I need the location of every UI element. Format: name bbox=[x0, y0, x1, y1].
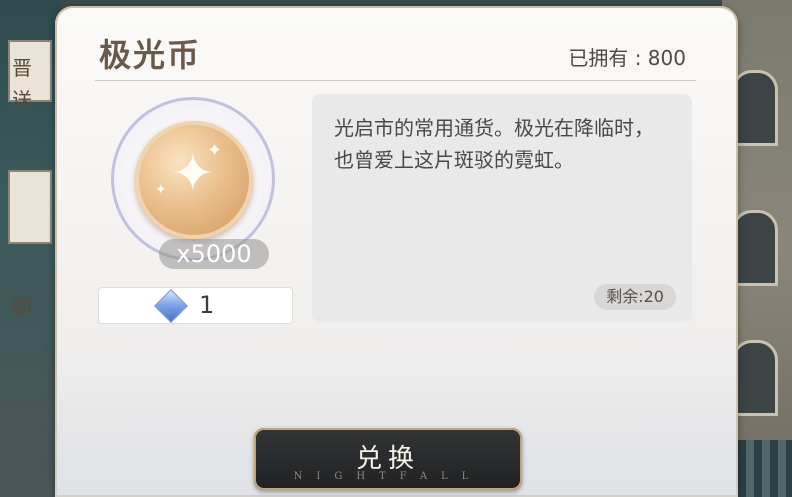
background-window bbox=[8, 170, 52, 244]
crystal-gem-icon bbox=[154, 289, 188, 323]
cost-amount: 1 bbox=[199, 291, 215, 319]
sparkle-icon: ✦ bbox=[207, 140, 223, 161]
item-quantity-badge: x5000 bbox=[159, 239, 269, 269]
background-sign-text: 送 bbox=[12, 88, 32, 112]
item-title: 极光币 bbox=[99, 36, 202, 74]
exchange-button-subtext: NIGHTFALL bbox=[293, 471, 483, 482]
sparkle-icon: ✦ bbox=[155, 182, 167, 198]
background-sign-text: 晋 bbox=[12, 56, 32, 80]
background-left-building: 晋 送 朝 bbox=[0, 0, 60, 497]
owned-count: 已拥有 : 800 bbox=[568, 46, 686, 70]
background-arch-window bbox=[732, 340, 778, 416]
header-divider bbox=[95, 80, 696, 81]
description-box: 光启市的常用通货。极光在降临时，也曾爱上这片斑驳的霓虹。 剩余:20 bbox=[312, 94, 692, 322]
background-arch-window bbox=[732, 70, 778, 146]
background-sign-text: 朝 bbox=[12, 294, 32, 318]
remaining-stock-badge: 剩余:20 bbox=[594, 284, 676, 310]
cost-display: 1 bbox=[98, 287, 293, 324]
item-exchange-panel: 极光币 已拥有 : 800 ✦ ✦ ✦ x5000 1 光启市的常用通货。极光在… bbox=[55, 6, 738, 497]
exchange-button-label: 兑换 bbox=[355, 444, 420, 474]
item-description: 光启市的常用通货。极光在降临时，也曾爱上这片斑驳的霓虹。 bbox=[334, 116, 654, 172]
exchange-button[interactable]: 兑换 NIGHTFALL bbox=[254, 428, 522, 490]
background-arch-window bbox=[732, 210, 778, 286]
